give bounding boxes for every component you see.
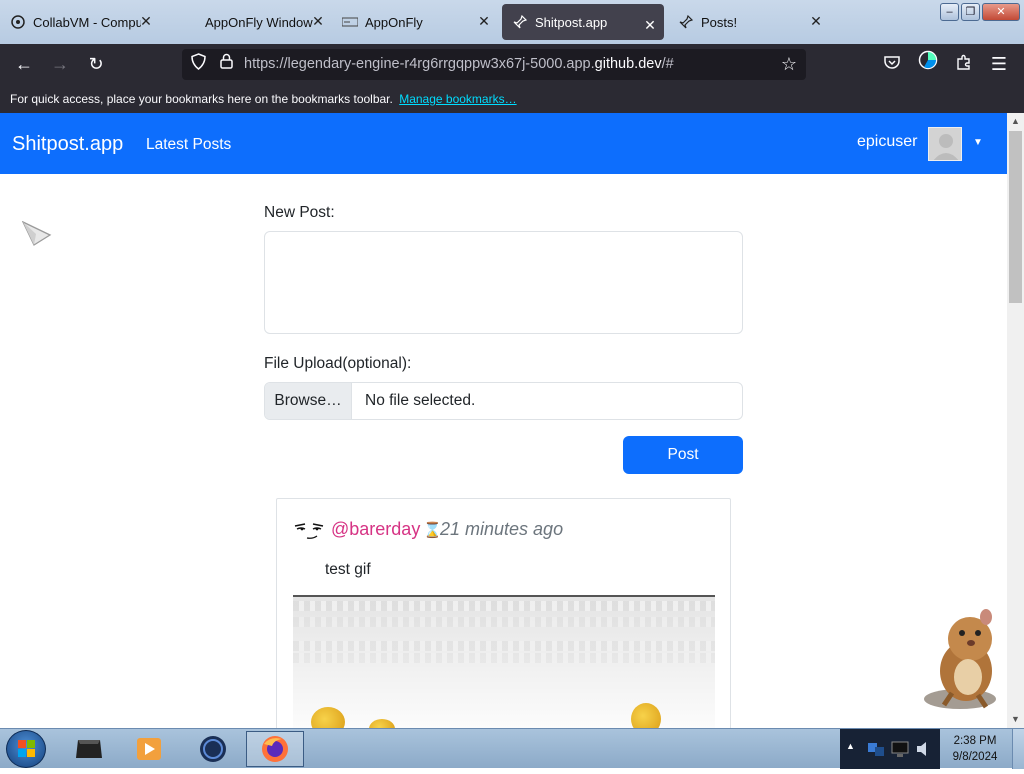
brand-link[interactable]: Shitpost.app (12, 133, 123, 156)
browse-button[interactable]: Browse… (265, 383, 352, 419)
manage-bookmarks-link[interactable]: Manage bookmarks… (399, 92, 516, 106)
back-arrow-icon[interactable]: ← (10, 50, 38, 78)
post-gif-image (293, 595, 715, 728)
apponfly-icon (342, 14, 358, 30)
rage-face-avatar-icon (294, 523, 324, 539)
collabvm-icon (10, 14, 26, 30)
page-content: Shitpost.app Latest Posts epicuser ▼ New… (0, 113, 1007, 728)
bookmarks-message: For quick access, place your bookmarks h… (10, 92, 393, 106)
close-window-icon[interactable]: ✕ (982, 3, 1020, 21)
globe-app-icon[interactable] (184, 731, 242, 767)
taskbar-app-icon[interactable] (60, 731, 118, 767)
username-label[interactable]: epicuser (857, 133, 917, 151)
scroll-up-icon[interactable]: ▲ (1007, 113, 1024, 129)
extensions-icon[interactable] (950, 50, 978, 78)
tab-title: Posts! (701, 14, 738, 30)
tab-apponfly[interactable]: AppOnFly ✕ (332, 0, 498, 44)
tab-title: AppOnFly (365, 14, 423, 30)
show-hidden-icons-icon[interactable]: ▲ (846, 741, 855, 751)
show-desktop-button[interactable] (1012, 729, 1024, 769)
close-tab-icon[interactable]: ✕ (642, 17, 658, 33)
browser-tab-strip: CollabVM - Comput ✕ AppOnFly Windows ✕ A… (0, 0, 1024, 44)
latest-posts-link[interactable]: Latest Posts (146, 136, 231, 154)
tab-title: Shitpost.app (535, 14, 608, 30)
window-controls: – ❐ ✕ (940, 3, 1020, 21)
shield-icon[interactable] (187, 53, 209, 75)
tab-title: AppOnFly Windows (205, 14, 313, 30)
browser-navigation-bar: ← → ↻ https://legendary-engine-r4rg6rrgq… (0, 44, 1024, 85)
minimize-icon[interactable]: – (940, 3, 959, 21)
clock-time: 2:38 PM (953, 735, 997, 747)
close-tab-icon[interactable]: ✕ (138, 13, 154, 29)
lock-icon[interactable] (215, 53, 237, 75)
restore-icon[interactable]: ❐ (961, 3, 980, 21)
page-scrollbar[interactable]: ▲ ▼ (1007, 113, 1024, 728)
tab-shitpost-app[interactable]: Shitpost.app ✕ (502, 4, 664, 40)
post-card: @barerday ⌛ 21 minutes ago test gif (276, 498, 731, 728)
pocket-icon[interactable] (878, 50, 906, 78)
account-icon[interactable] (914, 50, 942, 78)
post-button[interactable]: Post (623, 436, 743, 474)
scroll-down-icon[interactable]: ▼ (1007, 711, 1024, 727)
tab-posts[interactable]: Posts! ✕ (668, 0, 830, 44)
tab-collabvm[interactable]: CollabVM - Comput ✕ (0, 0, 160, 44)
post-author-link[interactable]: @barerday (331, 519, 420, 540)
taskbar-clock[interactable]: 2:38 PM 9/8/2024 (940, 733, 1010, 765)
reload-icon[interactable]: ↻ (82, 50, 110, 78)
url-text: https://legendary-engine-r4rg6rrgqppw3x6… (244, 56, 674, 72)
pin-icon (512, 14, 528, 30)
blank-favicon-icon (182, 14, 198, 30)
hourglass-icon: ⌛ (423, 522, 442, 539)
media-player-icon[interactable] (120, 731, 178, 767)
forward-arrow-icon[interactable]: → (46, 50, 74, 78)
close-tab-icon[interactable]: ✕ (310, 13, 326, 29)
firefox-taskbar-icon[interactable] (246, 731, 304, 767)
hamster-sticker-icon (924, 609, 996, 709)
menu-hamburger-icon[interactable]: ☰ (985, 50, 1013, 78)
start-button[interactable] (6, 730, 46, 768)
bookmark-star-icon[interactable]: ☆ (778, 53, 800, 75)
tab-apponfly-windows[interactable]: AppOnFly Windows ✕ (172, 0, 332, 44)
windows-taskbar: ▲ 2:38 PM 9/8/2024 (0, 728, 1024, 769)
new-post-label: New Post: (264, 204, 335, 221)
address-bar[interactable]: https://legendary-engine-r4rg6rrgqppw3x6… (182, 49, 806, 80)
avatar[interactable] (928, 127, 962, 161)
site-navbar: Shitpost.app Latest Posts epicuser ▼ (0, 113, 1007, 174)
file-upload-input[interactable]: Browse… No file selected. (264, 382, 743, 420)
system-tray: ▲ (840, 729, 940, 769)
post-text: test gif (325, 561, 371, 578)
chevron-down-icon[interactable]: ▼ (973, 137, 983, 148)
speaker-icon[interactable] (914, 739, 934, 759)
file-upload-label: File Upload(optional): (264, 355, 412, 372)
network-icon[interactable] (866, 739, 886, 759)
close-tab-icon[interactable]: ✕ (476, 13, 492, 29)
monitor-icon[interactable] (890, 739, 910, 759)
tab-title: CollabVM - Comput (33, 14, 141, 30)
clock-date: 9/8/2024 (952, 751, 998, 763)
post-timestamp: 21 minutes ago (440, 519, 564, 539)
pin-icon (678, 14, 694, 30)
new-post-textarea[interactable] (264, 231, 743, 334)
file-status-text: No file selected. (365, 392, 476, 409)
close-tab-icon[interactable]: ✕ (808, 13, 824, 29)
paper-plane-cursor-icon (22, 221, 52, 246)
scroll-thumb[interactable] (1009, 131, 1022, 303)
bookmarks-toolbar: For quick access, place your bookmarks h… (0, 85, 1024, 113)
